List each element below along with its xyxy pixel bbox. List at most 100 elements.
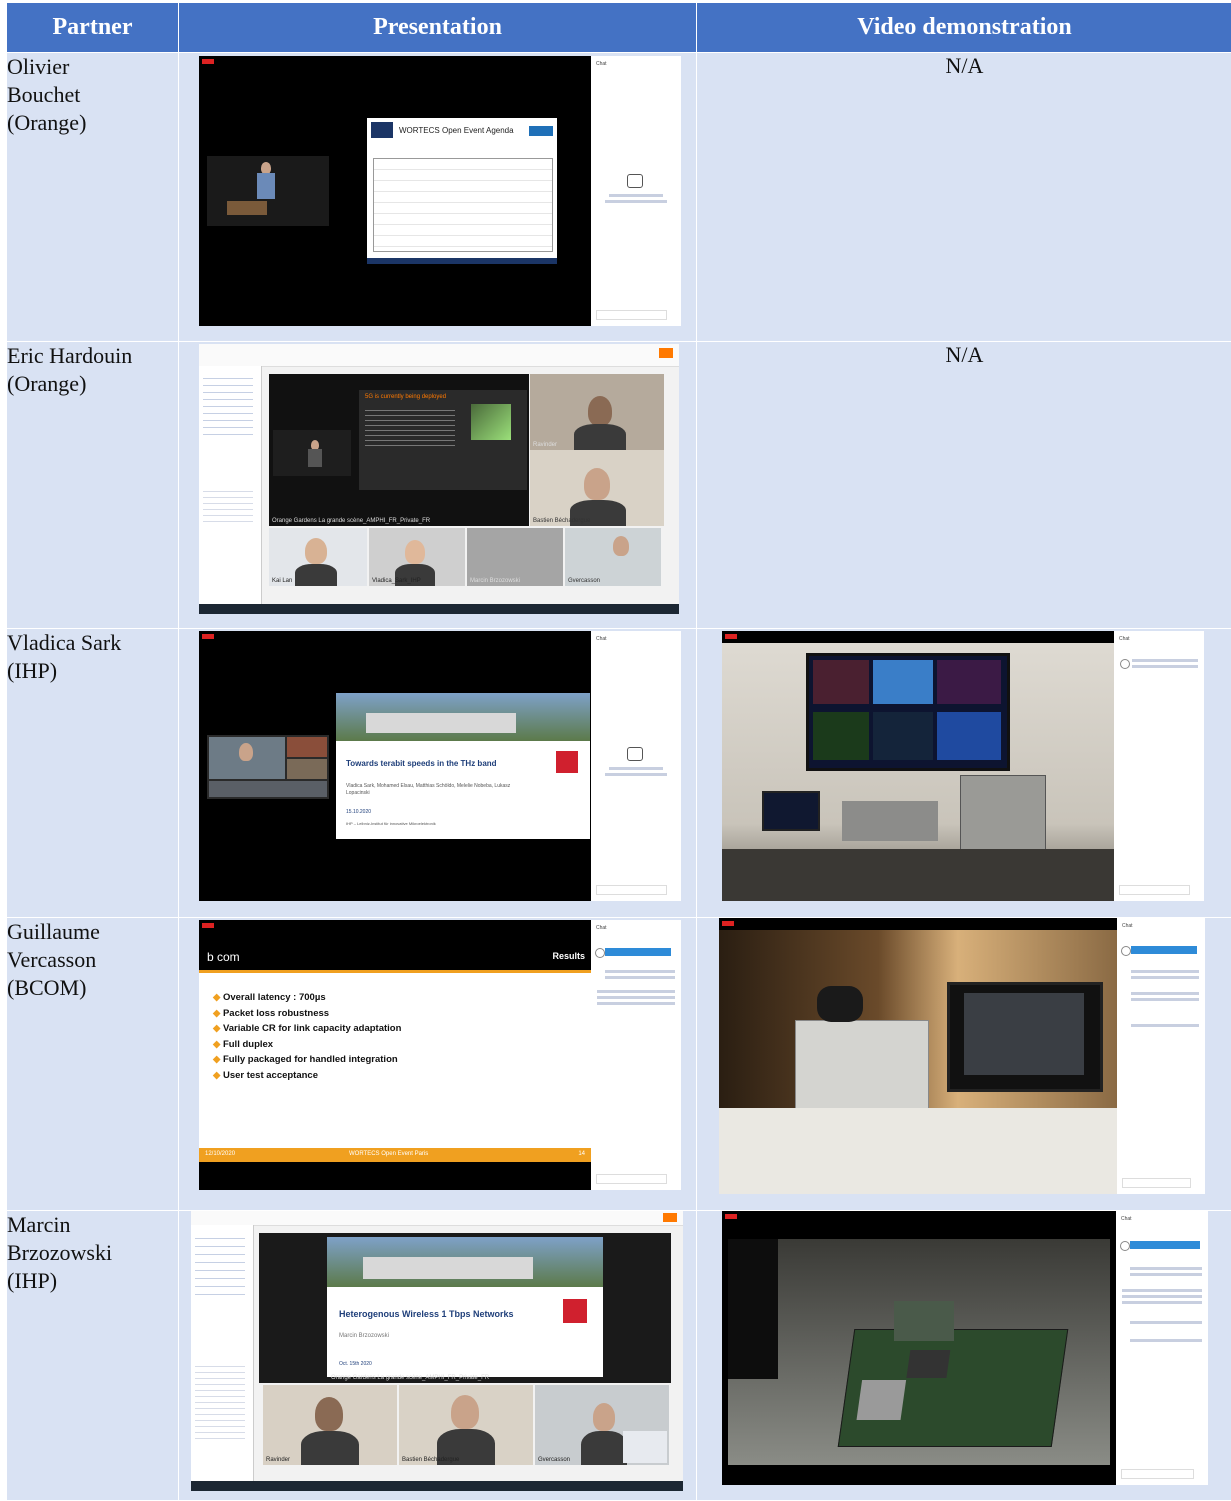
app-toolbar xyxy=(191,1211,683,1226)
chat-input[interactable] xyxy=(596,310,667,320)
partner-cell: Olivier Bouchet (Orange) xyxy=(7,53,179,342)
partner-name-line: Brzozowski xyxy=(7,1239,178,1267)
bullet-item: ◆ Fully packaged for handled integration xyxy=(213,1052,401,1068)
footer-page: 14 xyxy=(578,1151,585,1157)
chat-title: Chat xyxy=(1122,923,1133,929)
slide-banner-image xyxy=(336,693,590,741)
stage-video: 5G is currently being deployed Orange Ga… xyxy=(269,374,529,526)
participant-video: Ravinder xyxy=(263,1385,397,1465)
chat-panel: Chat xyxy=(1117,918,1205,1194)
table-row: Marcin Brzozowski (IHP) xyxy=(7,1211,1231,1501)
chat-empty-icon xyxy=(627,174,643,188)
partner-name-line: (IHP) xyxy=(7,657,178,685)
participant-video: Gvercasson xyxy=(565,528,661,586)
demo-hardware xyxy=(795,1020,929,1112)
chat-input[interactable] xyxy=(1122,1178,1191,1188)
presentation-screenshot: b com Results ◆ Overall latency : 700µs … xyxy=(199,920,681,1190)
app-toolbar xyxy=(199,344,679,367)
chat-panel: Chat xyxy=(591,631,681,901)
participant-sidebar xyxy=(191,1225,254,1481)
slide-thz: Towards terabit speeds in the THz band V… xyxy=(336,693,590,839)
chat-panel: Chat xyxy=(591,920,681,1190)
partner-name-line: Vladica Sark xyxy=(7,629,178,657)
participant-video: Vladica_Sark_IHP xyxy=(369,528,465,586)
partner-name-line: (BCOM) xyxy=(7,974,178,1002)
slide-header-bar: b com Results xyxy=(199,942,591,970)
orange-logo xyxy=(659,348,673,358)
video-screenshot: Chat xyxy=(722,1211,1208,1485)
bullet-text: Fully packaged for handled integration xyxy=(223,1054,398,1065)
participant-name: Bastien Béchadergue xyxy=(402,1457,459,1463)
participant-name: Gvercasson xyxy=(538,1457,570,1463)
chat-input[interactable] xyxy=(1121,1469,1194,1479)
oscilloscope xyxy=(960,775,1046,857)
wortecs-logo xyxy=(371,122,393,138)
video-cell: Chat xyxy=(697,629,1231,918)
partner-cell: Eric Hardouin (Orange) xyxy=(7,342,179,629)
slide-hetero: Heterogenous Wireless 1 Tbps Networks Ma… xyxy=(327,1237,603,1377)
chat-title: Chat xyxy=(596,636,607,642)
video-cell: N/A xyxy=(697,53,1231,342)
table-row: Olivier Bouchet (Orange) WORTECS Open Ev… xyxy=(7,53,1231,342)
ihp-logo xyxy=(563,1299,587,1323)
demo-monitor xyxy=(947,982,1103,1092)
slide-5g: 5G is currently being deployed xyxy=(359,390,527,490)
ihp-logo xyxy=(556,751,578,773)
bcom-logo: b com xyxy=(207,950,240,964)
partner-cell: Vladica Sark (IHP) xyxy=(7,629,179,918)
slide-author: Marcin Brzozowski xyxy=(339,1333,389,1339)
partner-cell: Guillaume Vercasson (BCOM) xyxy=(7,918,179,1211)
bullet-text: Variable CR for link capacity adaptation xyxy=(223,1023,401,1034)
live-badge xyxy=(722,921,734,926)
participant-video: Marcin Brzozowski xyxy=(467,528,563,586)
chat-input[interactable] xyxy=(596,885,667,895)
slide-title: WORTECS Open Event Agenda xyxy=(399,126,514,135)
presentation-cell: Towards terabit speeds in the THz band V… xyxy=(179,629,697,918)
partner-name-line: (Orange) xyxy=(7,109,178,137)
chat-panel: Chat xyxy=(1114,631,1204,901)
video-screenshot: Chat xyxy=(719,918,1205,1194)
chat-title: Chat xyxy=(596,925,607,931)
chat-title: Chat xyxy=(1121,1216,1132,1222)
participant-name: Vladica_Sark_IHP xyxy=(372,578,421,584)
presentation-screenshot: Towards terabit speeds in the THz band V… xyxy=(199,631,681,901)
table-row: Eric Hardouin (Orange) xyxy=(7,342,1231,629)
chat-input[interactable] xyxy=(596,1174,667,1184)
chat-empty-icon xyxy=(627,747,643,761)
stage-label: Orange Gardens La grande scène_AMPHI_FR_… xyxy=(272,518,430,524)
presentation-cell: WORTECS Open Event Agenda Chat xyxy=(179,53,697,342)
participant-video: Bastien Béchadergue xyxy=(530,450,664,526)
slide-title: Heterogenous Wireless 1 Tbps Networks xyxy=(339,1309,513,1319)
presentation-cell: b com Results ◆ Overall latency : 700µs … xyxy=(179,918,697,1211)
bullet-text: Full duplex xyxy=(223,1039,273,1050)
partner-name-line: Marcin xyxy=(7,1211,178,1239)
partner-name-line: Vercasson xyxy=(7,946,178,974)
chat-title: Chat xyxy=(1119,636,1130,642)
speaker-gallery xyxy=(207,735,329,799)
video-cell: Chat xyxy=(697,1211,1231,1501)
slide-footer: IHP – Leibniz-Institut für innovative Mi… xyxy=(346,821,436,826)
participant-name: Kai Lan xyxy=(272,578,292,584)
agenda-slide: WORTECS Open Event Agenda xyxy=(367,118,557,264)
slide-title: Towards terabit speeds in the THz band xyxy=(346,759,497,768)
chat-panel: Chat xyxy=(591,56,681,326)
partner-cell: Marcin Brzozowski (IHP) xyxy=(7,1211,179,1501)
chat-input[interactable] xyxy=(1119,885,1190,895)
slide-date: 15.10.2020 xyxy=(346,809,371,815)
video-cell: N/A xyxy=(697,342,1231,629)
presentation-screenshot: WORTECS Open Event Agenda Chat xyxy=(199,56,681,326)
presentation-cell: 5G is currently being deployed Orange Ga… xyxy=(179,342,697,629)
spectrum-monitor xyxy=(806,653,1010,771)
agenda-table xyxy=(373,158,553,252)
stage-label: Orange Gardens La grande scène_AMPHI_FR_… xyxy=(331,1375,489,1381)
partner-name-line: Bouchet xyxy=(7,81,178,109)
participant-name: Ravinder xyxy=(266,1457,290,1463)
slide-title: 5G is currently being deployed xyxy=(365,394,446,400)
table-row: Guillaume Vercasson (BCOM) b com Results… xyxy=(7,918,1231,1211)
bullet-item: ◆ Packet loss robustness xyxy=(213,1006,401,1022)
bullet-item: ◆ Full duplex xyxy=(213,1037,401,1053)
video-cell: Chat xyxy=(697,918,1231,1211)
windows-taskbar xyxy=(199,604,679,614)
bullet-list: ◆ Overall latency : 700µs ◆ Packet loss … xyxy=(213,990,401,1084)
partner-name-line: Guillaume xyxy=(7,918,178,946)
